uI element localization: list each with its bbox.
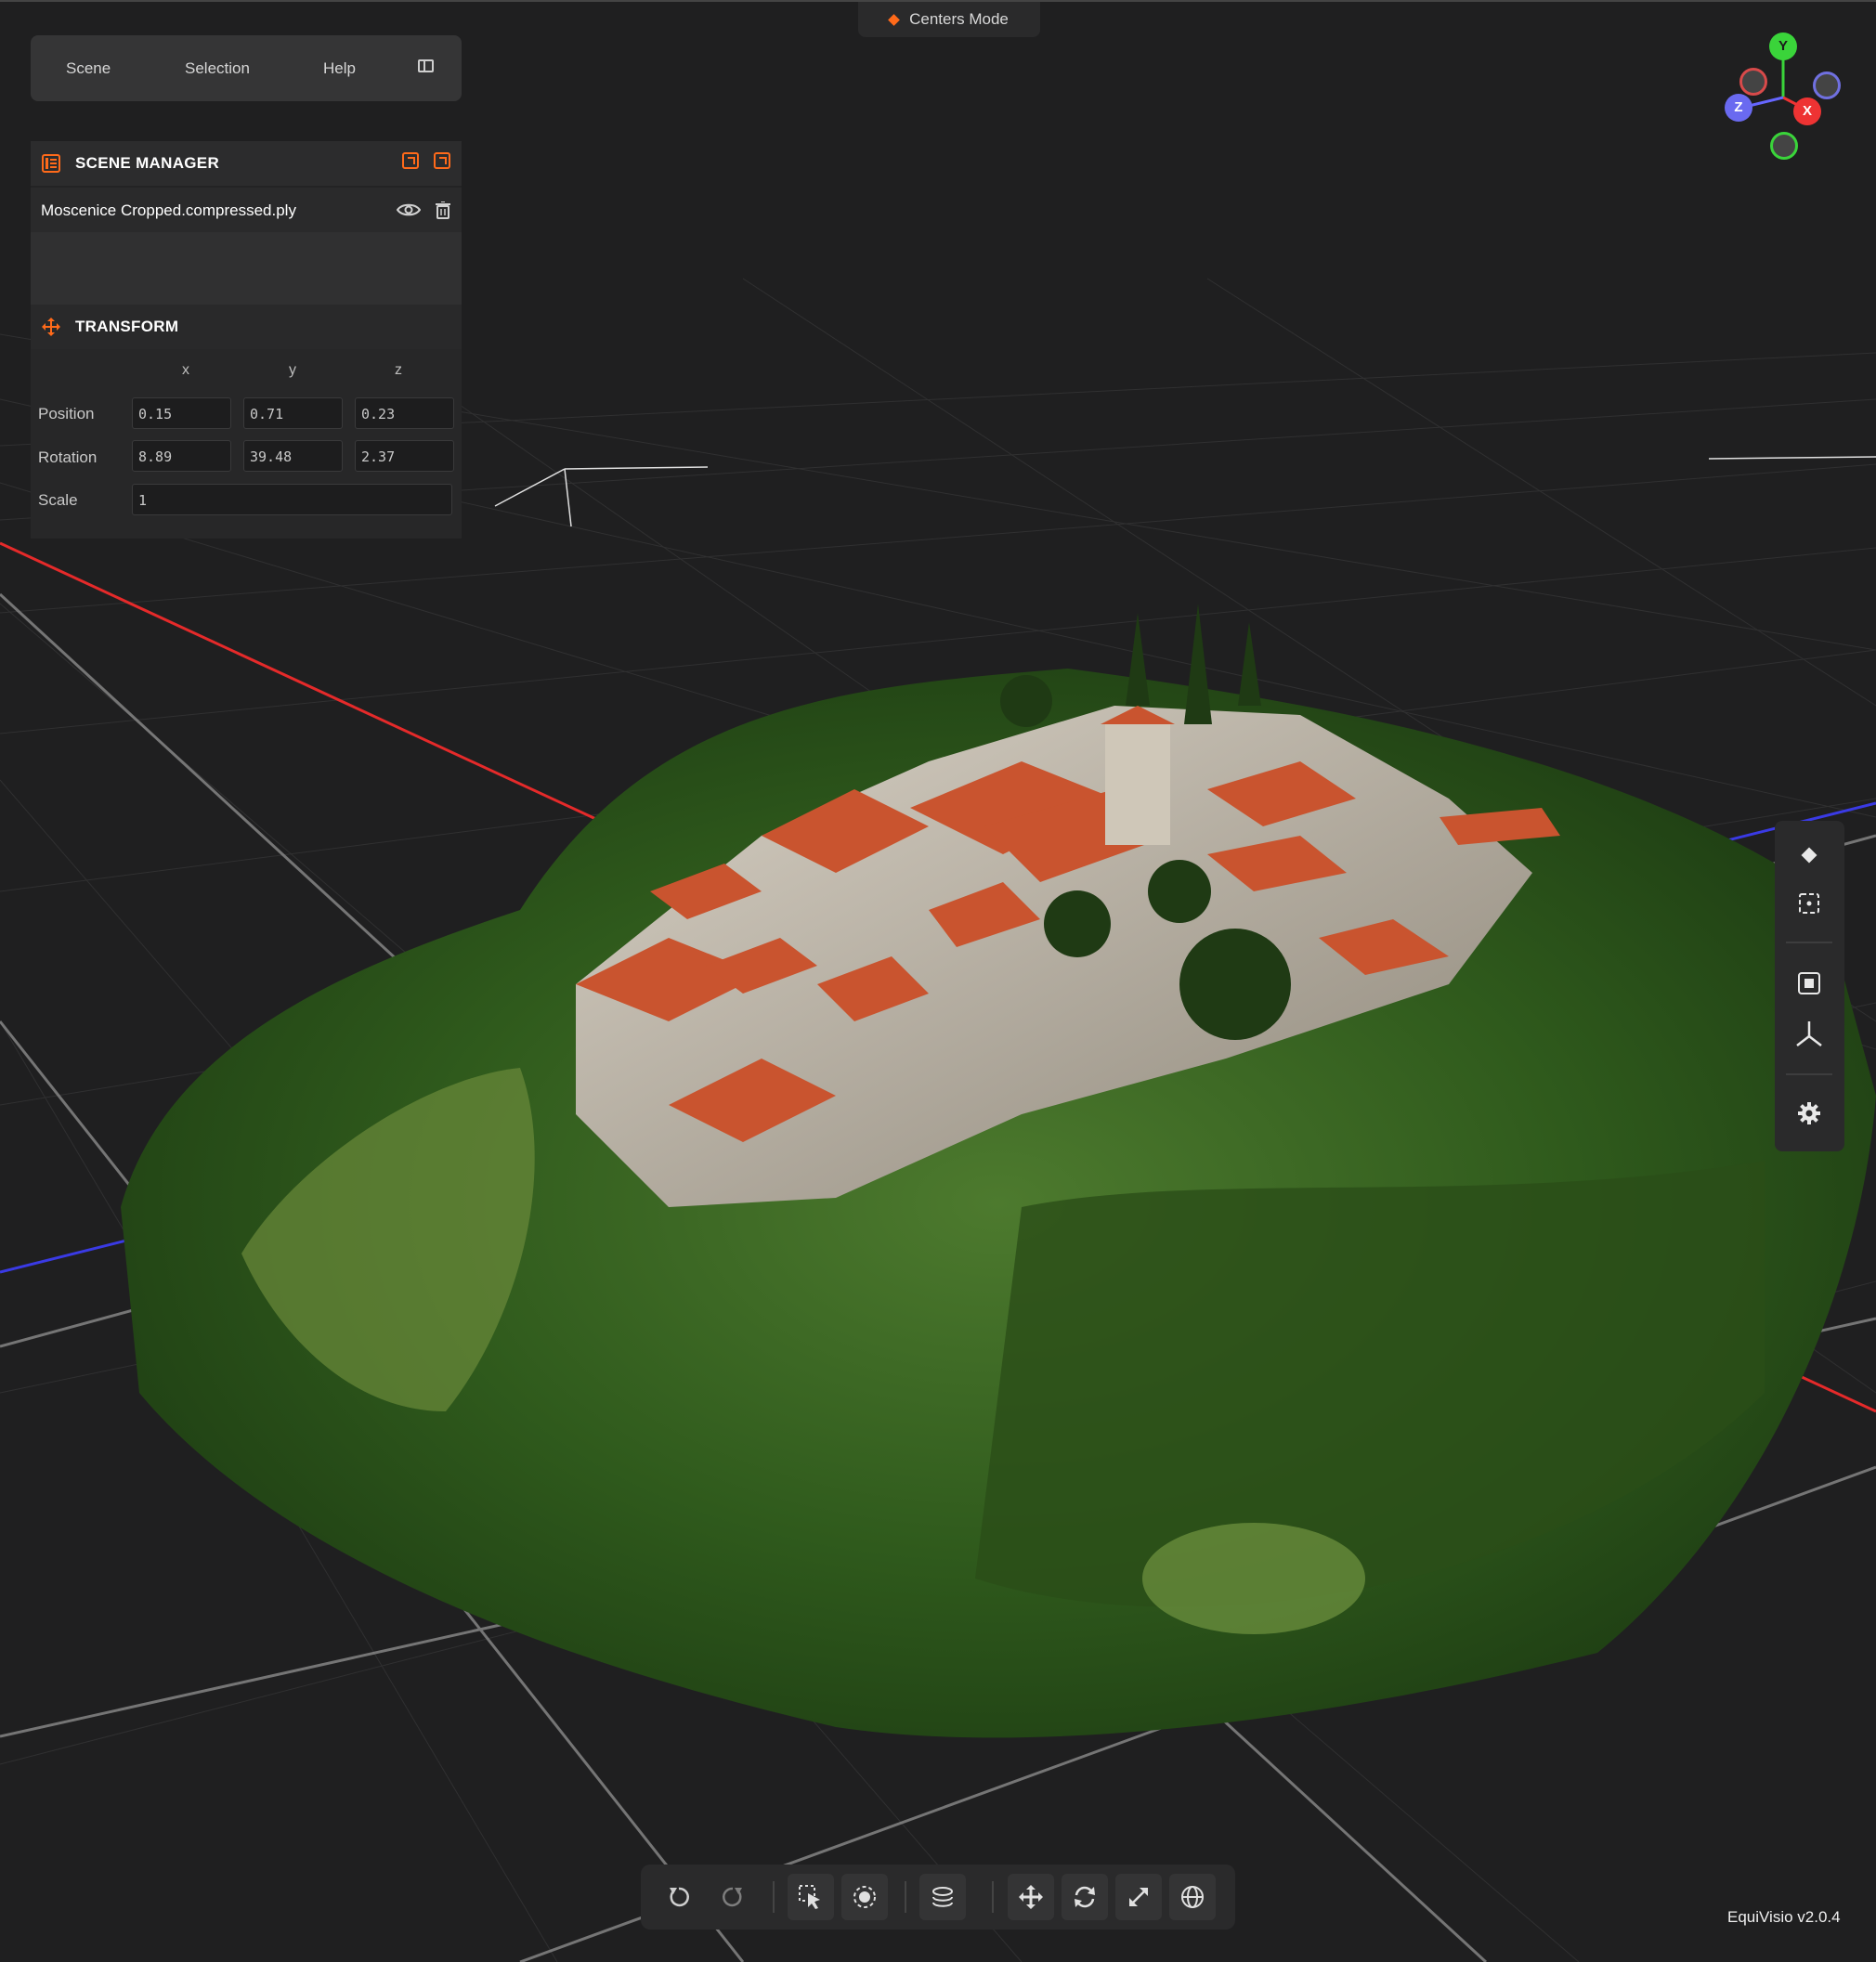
rotate-icon xyxy=(1075,1886,1095,1908)
frame-selection-icon[interactable] xyxy=(1793,888,1825,919)
layers-icon xyxy=(932,1887,953,1907)
axes-icon[interactable] xyxy=(1793,1018,1825,1049)
rotation-y-input[interactable]: 39.48 xyxy=(243,440,343,472)
scene-list-empty-area xyxy=(31,232,462,305)
eye-icon[interactable] xyxy=(397,202,421,217)
scale-icon xyxy=(1129,1888,1148,1906)
translate-button[interactable] xyxy=(1008,1874,1054,1920)
position-x-input[interactable]: 0.15 xyxy=(132,397,231,429)
position-y-input[interactable]: 0.71 xyxy=(243,397,343,429)
focus-point-icon[interactable] xyxy=(1793,839,1825,871)
rotate-button[interactable] xyxy=(1062,1874,1108,1920)
menu-selection[interactable]: Selection xyxy=(185,35,250,101)
toolbar-divider xyxy=(1786,942,1832,943)
mode-indicator[interactable]: Centers Mode xyxy=(858,2,1040,37)
transform-title: TRANSFORM xyxy=(75,318,179,335)
import-icon[interactable] xyxy=(402,152,419,169)
move-icon xyxy=(42,318,60,336)
undo-icon xyxy=(670,1887,689,1907)
mode-label: Centers Mode xyxy=(909,10,1009,28)
scene-manager-panel: SCENE MANAGER Moscenice Cropped.compress… xyxy=(31,141,462,305)
gizmo-x-icon[interactable]: X xyxy=(1793,97,1821,125)
export-icon[interactable] xyxy=(434,152,450,169)
scale-input[interactable]: 1 xyxy=(132,484,452,515)
diamond-icon xyxy=(888,13,900,26)
globe-icon xyxy=(1181,1886,1204,1908)
menu-scene[interactable]: Scene xyxy=(66,35,111,101)
axis-gizmo[interactable]: Y X Z xyxy=(1718,28,1841,176)
menu-help[interactable]: Help xyxy=(323,35,356,101)
frame-all-icon[interactable] xyxy=(1793,968,1825,999)
rotation-z-input[interactable]: 2.37 xyxy=(355,440,454,472)
trash-icon[interactable] xyxy=(436,201,450,219)
scene-file-row[interactable]: Moscenice Cropped.compressed.ply xyxy=(31,186,462,232)
gizmo-y-icon[interactable]: Y xyxy=(1769,32,1797,60)
gizmo-neg-z-icon[interactable] xyxy=(1813,71,1841,99)
sphere-select-button[interactable] xyxy=(841,1874,888,1920)
rotation-x-input[interactable]: 8.89 xyxy=(132,440,231,472)
scene-manager-title: SCENE MANAGER xyxy=(75,154,220,172)
redo-button[interactable] xyxy=(710,1874,756,1920)
file-name: Moscenice Cropped.compressed.ply xyxy=(41,201,296,219)
undo-button[interactable] xyxy=(656,1874,702,1920)
axis-header-x: x xyxy=(182,362,189,378)
right-toolbar xyxy=(1775,821,1844,1151)
transform-panel: TRANSFORM x y z Position 0.15 0.71 0.23 … xyxy=(31,305,462,539)
axis-header-y: y xyxy=(289,362,296,378)
toolbar-divider xyxy=(992,1881,994,1913)
redo-icon xyxy=(723,1887,742,1907)
toolbar-divider xyxy=(773,1881,775,1913)
transform-header: TRANSFORM xyxy=(31,305,462,349)
panel-toggle-icon[interactable] xyxy=(418,59,434,72)
bottom-toolbar xyxy=(641,1865,1235,1930)
position-z-input[interactable]: 0.23 xyxy=(355,397,454,429)
scale-label: Scale xyxy=(38,491,78,509)
axis-header-z: z xyxy=(395,362,402,378)
scale-button[interactable] xyxy=(1115,1874,1162,1920)
menu-bar: Scene Selection Help xyxy=(31,35,462,101)
gizmo-neg-x-icon[interactable] xyxy=(1739,68,1767,96)
translate-icon xyxy=(1019,1885,1043,1909)
rect-select-icon xyxy=(799,1885,820,1909)
rotation-label: Rotation xyxy=(38,448,98,466)
sphere-select-icon xyxy=(853,1886,876,1908)
gizmo-neg-y-icon[interactable] xyxy=(1770,132,1798,160)
position-label: Position xyxy=(38,405,95,422)
layers-button[interactable] xyxy=(919,1874,966,1920)
toolbar-divider xyxy=(905,1881,906,1913)
scene-manager-header: SCENE MANAGER xyxy=(31,141,462,186)
version-label: EquiVisio v2.0.4 xyxy=(1727,1908,1841,1926)
scene-list-icon xyxy=(42,154,60,173)
toolbar-divider xyxy=(1786,1073,1832,1075)
rect-select-button[interactable] xyxy=(788,1874,834,1920)
settings-icon[interactable] xyxy=(1793,1098,1825,1129)
gizmo-z-icon[interactable]: Z xyxy=(1725,94,1752,122)
world-space-button[interactable] xyxy=(1169,1874,1216,1920)
